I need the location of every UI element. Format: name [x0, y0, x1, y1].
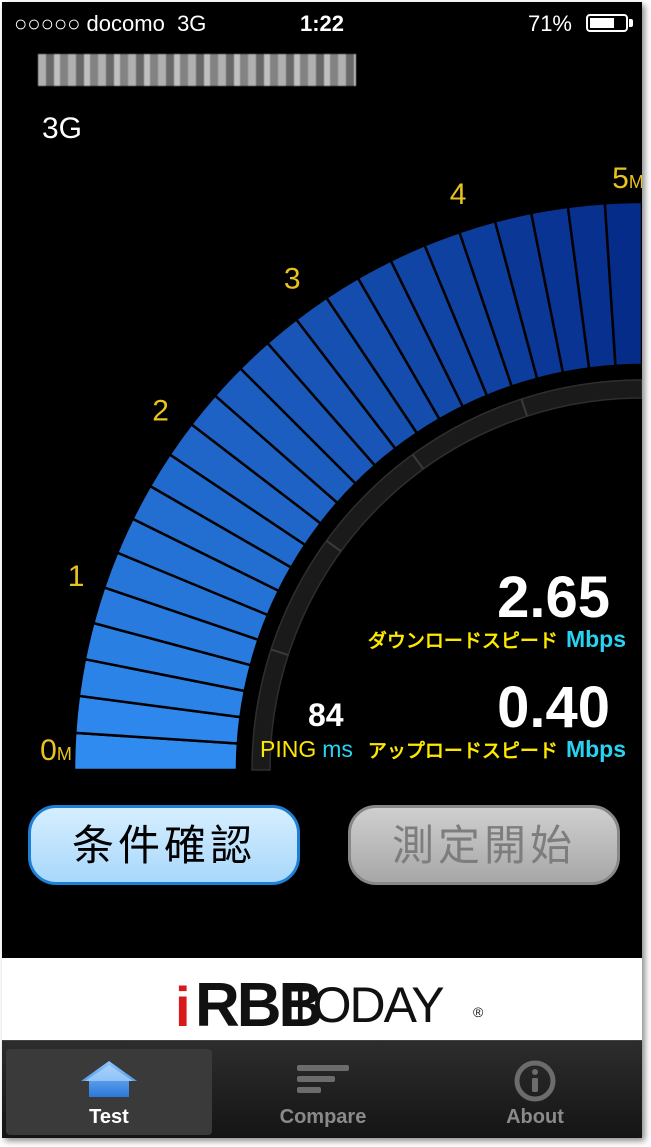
upload-speed-value: 0.40	[497, 675, 610, 740]
tab-about-label: About	[506, 1106, 564, 1128]
ping-unit: ms	[322, 736, 353, 762]
ad-banner[interactable]: i RBB TODAY ®	[2, 958, 642, 1040]
tab-compare-label: Compare	[279, 1106, 367, 1128]
upload-unit: Mbps	[565, 736, 626, 762]
bars-icon	[297, 1065, 349, 1093]
check-conditions-button[interactable]: 条件確認	[28, 805, 300, 885]
gauge-tick-label: 5M	[612, 162, 642, 195]
download-unit: Mbps	[565, 626, 626, 652]
gauge-tick-label: 1	[68, 560, 85, 593]
start-measurement-button[interactable]: 測定開始	[348, 805, 620, 885]
rbbtoday-logo: i RBB TODAY ®	[175, 971, 484, 1040]
tab-test-label: Test	[89, 1106, 129, 1128]
tab-bar: Test Compare About	[2, 1040, 642, 1138]
ping-label: PING ms	[260, 736, 353, 762]
tab-compare[interactable]: Compare	[220, 1049, 426, 1135]
app-screen: ○○○○○ docomo 3G 1:22 71% 3G 0M 1 2 3 4 5M 2.6…	[2, 2, 642, 1138]
home-icon	[81, 1061, 137, 1097]
upload-speed-label: アップロードスピード Mbps	[367, 736, 626, 762]
tab-test[interactable]: Test	[6, 1049, 212, 1135]
gauge-tick-label: 4	[450, 178, 467, 211]
download-speed-value: 2.65	[497, 565, 610, 630]
gauge-tick-label: 0M	[40, 734, 72, 767]
ping-value: 84	[308, 697, 344, 733]
download-speed-label: ダウンロードスピード Mbps	[367, 626, 626, 652]
info-icon	[514, 1060, 556, 1102]
gauge-tick-label: 2	[152, 394, 169, 427]
gauge-tick-label: 3	[284, 263, 301, 296]
tab-about[interactable]: About	[432, 1049, 638, 1135]
